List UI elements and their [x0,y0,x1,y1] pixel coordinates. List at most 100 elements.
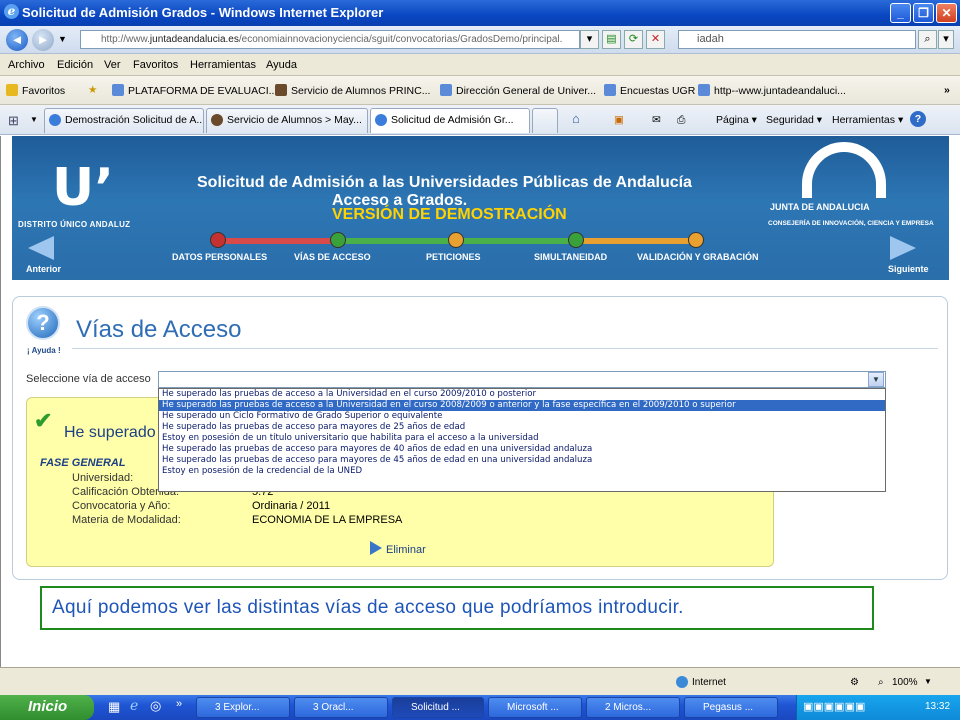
address-field[interactable]: http://www.juntadeandalucia.es/economiai… [80,30,580,49]
option-item-selected[interactable]: He superado las pruebas de acceso a la U… [159,400,885,411]
ie-page-icon [49,114,61,126]
menu-edicion[interactable]: Edición [57,59,93,71]
access-select-label: Seleccione vía de acceso [26,373,151,385]
option-item[interactable]: He superado las pruebas de acceso para m… [159,455,885,466]
menu-ver[interactable]: Ver [104,59,121,71]
print-icon[interactable]: ⎙ [677,114,685,127]
help-link[interactable]: ¡ Ayuda ! [27,346,61,355]
start-button[interactable]: Inicio [0,695,94,720]
tray-icons[interactable]: ▣▣▣▣▣▣ [803,700,865,713]
menu-archivo[interactable]: Archivo [8,59,45,71]
step-peticiones[interactable]: PETICIONES [426,252,481,262]
tab-list-icon[interactable]: ▼ [30,115,38,124]
refresh-icon[interactable]: ⟳ [624,30,643,49]
access-select[interactable] [158,371,886,388]
close-button[interactable]: ✕ [936,3,957,23]
quick-tabs-icon[interactable]: ⊞ [8,113,19,129]
option-item[interactable]: He superado un Ciclo Formativo de Grado … [159,411,885,422]
task-microsoft-excel[interactable]: Microsoft ... [488,697,582,718]
add-favorite-icon[interactable]: ★ [88,84,97,96]
prev-arrow-icon[interactable] [28,236,54,260]
home-icon[interactable]: ⌂ [572,111,580,126]
zoom-level[interactable]: 100% [892,677,918,688]
distrito-unico-logo-icon: U’ [52,158,114,218]
option-item[interactable]: Estoy en posesión de un título universit… [159,433,885,444]
option-item[interactable]: He superado las pruebas de acceso para m… [159,444,885,455]
page-menu[interactable]: Página ▾ [716,114,757,126]
page-icon [698,84,710,96]
compatibility-icon[interactable]: ▤ [602,30,621,49]
next-button[interactable]: Siguiente [888,264,929,274]
stop-icon[interactable]: ✕ [646,30,665,49]
favorites-bar: Favoritos ★ PLATAFORMA DE EVALUACI... Se… [0,76,960,105]
step-validacion[interactable]: VALIDACIÓN Y GRABACIÓN [637,252,759,262]
quicklaunch-browser-icon[interactable]: ◎ [150,698,161,714]
tools-menu[interactable]: Herramientas ▾ [832,114,903,126]
menu-ayuda[interactable]: Ayuda [266,59,297,71]
menu-favoritos[interactable]: Favoritos [133,59,178,71]
option-item[interactable]: He superado las pruebas de acceso a la U… [159,389,885,400]
delete-arrow-icon[interactable] [370,541,382,555]
favorite-item-junta[interactable]: http--www.juntadeandaluci... [698,84,846,97]
window-titlebar: e Solicitud de Admisión Grados - Windows… [0,0,960,26]
task-pegasus[interactable]: Pegasus ... [684,697,778,718]
step-vias-acceso[interactable]: VÍAS DE ACCESO [294,252,371,262]
prev-button[interactable]: Anterior [26,264,61,274]
field-label: Materia de Modalidad: [72,514,181,526]
search-icon[interactable]: ⌕ [918,30,937,49]
back-button[interactable]: ◄ [6,29,28,51]
new-tab-button[interactable] [532,108,558,133]
chevron-down-icon[interactable]: ▼ [868,372,884,387]
help-icon[interactable]: ? [910,111,926,127]
search-options-icon[interactable]: ▾ [938,30,954,49]
step-marker-simultaneidad [568,232,584,248]
zoom-icon: ⌕ [878,677,884,688]
more-favorites-icon[interactable]: » [944,84,950,96]
task-oracle[interactable]: 3 Oracl... [294,697,388,718]
next-arrow-icon[interactable] [890,236,916,260]
zoom-dropdown-icon[interactable]: ▼ [924,677,932,686]
favorites-button[interactable]: Favoritos [6,84,65,97]
task-explorer[interactable]: 3 Explor... [196,697,290,718]
menu-bar: Archivo Edición Ver Favoritos Herramient… [0,54,960,76]
recent-pages-icon[interactable]: ▼ [58,34,67,44]
zone-label: Internet [692,677,726,688]
favorite-item-plataforma[interactable]: PLATAFORMA DE EVALUACI... [112,84,277,97]
favorite-item-servicio[interactable]: Servicio de Alumnos PRINC... [275,84,430,97]
quicklaunch-more-icon[interactable]: » [176,698,182,710]
favorite-label: http--www.juntadeandaluci... [714,85,846,97]
progress-track-segment [218,238,338,244]
task-microsoft-word[interactable]: 2 Micros... [586,697,680,718]
menu-herramientas[interactable]: Herramientas [190,59,256,71]
step-datos-personales[interactable]: DATOS PERSONALES [172,252,267,262]
maximize-button[interactable]: ❐ [913,3,934,23]
step-simultaneidad[interactable]: SIMULTANEIDAD [534,252,607,262]
quicklaunch-ie-icon[interactable]: e [130,698,138,714]
tab-servicio-alumnos[interactable]: Servicio de Alumnos > May... [206,108,368,133]
forward-button[interactable]: ► [32,29,54,51]
url-path: /economiainnovacionyciencia/sguit/convoc… [238,34,563,45]
tutorial-caption: Aquí podemos ver las distintas vías de a… [40,586,874,630]
security-menu[interactable]: Seguridad ▾ [766,114,822,126]
delete-button[interactable]: Eliminar [386,544,426,556]
favorite-label: PLATAFORMA DE EVALUACI... [128,85,278,97]
tab-solicitud-admision[interactable]: Solicitud de Admisión Gr... [370,108,530,133]
favorite-item-encuestas[interactable]: Encuestas UGR [604,84,695,97]
favorite-label: Encuestas UGR [620,85,696,97]
tab-demostracion[interactable]: Demostración Solicitud de A... [44,108,204,133]
quicklaunch-desktop-icon[interactable]: ▦ [108,699,120,715]
url-prefix: http://www. [101,34,150,45]
minimize-button[interactable]: _ [890,3,911,23]
consejeria-name: CONSEJERÍA DE INNOVACIÓN, CIENCIA Y EMPR… [768,220,934,227]
feeds-icon[interactable]: ▣ [614,114,624,126]
help-question-icon[interactable]: ? [26,306,60,340]
favorite-item-direccion[interactable]: Dirección General de Univer... [440,84,596,97]
address-dropdown-icon[interactable]: ▾ [580,30,599,49]
mail-icon[interactable]: ✉ [652,114,661,126]
task-solicitud[interactable]: Solicitud ... [392,697,484,718]
option-item[interactable]: He superado las pruebas de acceso para m… [159,422,885,433]
search-input[interactable]: iadah [678,30,916,49]
tab-label: Demostración Solicitud de A... [65,114,204,126]
option-item[interactable]: Estoy en posesión de la credencial de la… [159,466,885,477]
protected-mode-icon[interactable]: ⚙ [850,677,859,688]
